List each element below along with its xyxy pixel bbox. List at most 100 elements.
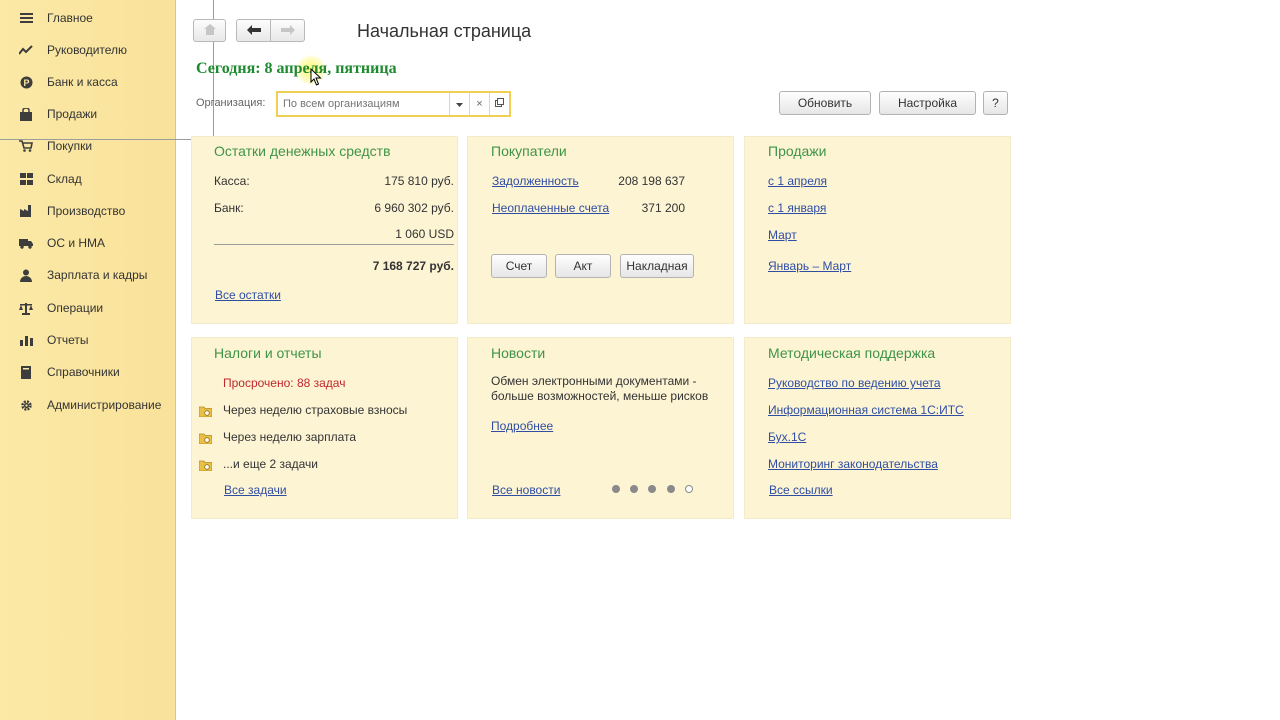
cash-panel-title: Остатки денежных средств: [214, 143, 391, 159]
bank-label: Банк:: [214, 201, 244, 215]
sales-panel-title: Продажи: [768, 143, 827, 159]
scales-icon: [18, 300, 34, 316]
gear-icon: [18, 397, 34, 413]
news-page-dot[interactable]: [667, 485, 675, 493]
sidebar-item-label: Банк и касса: [47, 75, 118, 89]
page-title: Начальная страница: [357, 21, 532, 41]
trend-chart-icon: [18, 42, 34, 58]
sidebar-item-label: Справочники: [47, 365, 120, 379]
help-button[interactable]: ?: [983, 91, 1008, 115]
sidebar-item-label: Склад: [47, 172, 82, 186]
sidebar-item-label: Зарплата и кадры: [47, 268, 148, 282]
task-folder-icon: [199, 460, 212, 471]
sidebar-item-main[interactable]: Главное: [18, 7, 93, 29]
bank-value: 6 960 302 руб.: [374, 201, 454, 215]
settings-button[interactable]: Настройка: [879, 91, 976, 115]
refresh-button[interactable]: Обновить: [779, 91, 871, 115]
sidebar-item-warehouse[interactable]: Склад: [18, 168, 82, 190]
unpaid-invoices-value: 371 200: [641, 201, 685, 215]
support-link-its[interactable]: Информационная система 1С:ИТС: [768, 403, 964, 417]
coin-icon: Р: [18, 74, 34, 90]
back-button[interactable]: [236, 19, 270, 42]
today-date: Сегодня: 8 апреля, пятница: [196, 60, 397, 77]
kassa-label: Касса:: [214, 174, 250, 188]
invoice-button[interactable]: Счет: [491, 254, 547, 278]
chevron-down-icon: [456, 99, 463, 110]
organization-clear-button[interactable]: ×: [469, 93, 489, 115]
sidebar-item-label: Администрирование: [47, 398, 162, 412]
act-button[interactable]: Акт: [555, 254, 611, 278]
task-item[interactable]: ...и еще 2 задачи: [223, 457, 318, 471]
book-icon: [18, 364, 34, 380]
open-window-icon: [495, 98, 504, 110]
support-link-monitoring[interactable]: Мониторинг законодательства: [768, 457, 938, 471]
news-page-dot-current[interactable]: [685, 485, 693, 493]
all-links-link[interactable]: Все ссылки: [769, 483, 833, 497]
factory-icon: [18, 203, 34, 219]
sidebar-item-label: Отчеты: [47, 333, 89, 347]
news-more-link[interactable]: Подробнее: [491, 419, 553, 433]
all-tasks-link[interactable]: Все задачи: [224, 483, 287, 497]
sidebar-item-reports[interactable]: Отчеты: [18, 329, 88, 351]
sidebar-item-operations[interactable]: Операции: [18, 297, 103, 319]
usd-value: 1 060 USD: [395, 227, 454, 241]
sales-link-quarter[interactable]: Январь – Март: [768, 259, 851, 273]
news-text-line1: Обмен электронными документами -: [491, 374, 697, 388]
sales-link-january[interactable]: с 1 января: [768, 201, 826, 215]
svg-text:Р: Р: [23, 78, 29, 88]
buyers-panel: [467, 136, 734, 324]
organization-open-button[interactable]: [489, 93, 509, 115]
sidebar-item-manager[interactable]: Руководителю: [18, 39, 127, 61]
sidebar-item-label: Операции: [47, 301, 104, 315]
task-folder-icon: [199, 406, 212, 417]
task-item[interactable]: Через неделю зарплата: [223, 430, 356, 444]
bar-chart-icon: [18, 332, 34, 348]
sidebar-item-purchases[interactable]: Покупки: [18, 135, 92, 157]
shopping-bag-icon: [18, 106, 34, 122]
kassa-value: 175 810 руб.: [384, 174, 454, 188]
support-link-guide[interactable]: Руководство по ведению учета: [768, 376, 941, 390]
forward-button[interactable]: [270, 19, 305, 42]
news-page-dot[interactable]: [648, 485, 656, 493]
sidebar-item-label: Руководителю: [47, 43, 128, 57]
debt-value: 208 198 637: [618, 174, 685, 188]
person-icon: [18, 267, 34, 283]
arrow-left-icon: [246, 24, 261, 38]
close-icon: ×: [476, 98, 483, 110]
truck-icon: [18, 235, 34, 251]
organization-field: ×: [276, 91, 511, 117]
sidebar-item-references[interactable]: Справочники: [18, 361, 120, 383]
sidebar-item-label: Покупки: [47, 139, 93, 153]
all-balances-link[interactable]: Все остатки: [215, 288, 281, 302]
debt-link[interactable]: Задолженность: [492, 174, 579, 188]
organization-label: Организация:: [196, 97, 266, 109]
sidebar-item-label: Главное: [47, 11, 93, 25]
home-icon: [203, 23, 216, 38]
sidebar-item-fixed-assets[interactable]: ОС и НМА: [18, 232, 105, 254]
sidebar-item-production[interactable]: Производство: [18, 200, 125, 222]
sidebar-item-admin[interactable]: Администрирование: [18, 394, 161, 416]
news-panel-title: Новости: [491, 345, 546, 361]
sidebar-item-bank[interactable]: Р Банк и касса: [18, 71, 118, 93]
arrow-right-icon: [280, 24, 295, 38]
total-divider: [214, 244, 454, 245]
news-page-dot[interactable]: [630, 485, 638, 493]
sales-link-march[interactable]: Март: [768, 228, 797, 242]
sidebar-item-label: ОС и НМА: [47, 236, 106, 250]
all-news-link[interactable]: Все новости: [492, 483, 560, 497]
taxes-panel-title: Налоги и отчеты: [214, 345, 322, 361]
home-button[interactable]: [193, 19, 226, 42]
sidebar-item-sales[interactable]: Продажи: [18, 103, 97, 125]
news-text-line2: больше возможностей, меньше рисков: [491, 389, 709, 403]
waybill-button[interactable]: Накладная: [620, 254, 694, 278]
task-folder-icon: [199, 433, 212, 444]
sales-link-april[interactable]: с 1 апреля: [768, 174, 827, 188]
organization-input[interactable]: [278, 93, 448, 115]
task-item[interactable]: Через неделю страховые взносы: [223, 403, 407, 417]
sidebar-item-label: Продажи: [47, 107, 98, 121]
organization-dropdown-button[interactable]: [449, 93, 469, 115]
news-page-dot[interactable]: [612, 485, 620, 493]
support-link-buh[interactable]: Бух.1С: [768, 430, 806, 444]
sidebar-item-salary[interactable]: Зарплата и кадры: [18, 264, 147, 286]
overdue-tasks: Просрочено: 88 задач: [223, 376, 346, 390]
